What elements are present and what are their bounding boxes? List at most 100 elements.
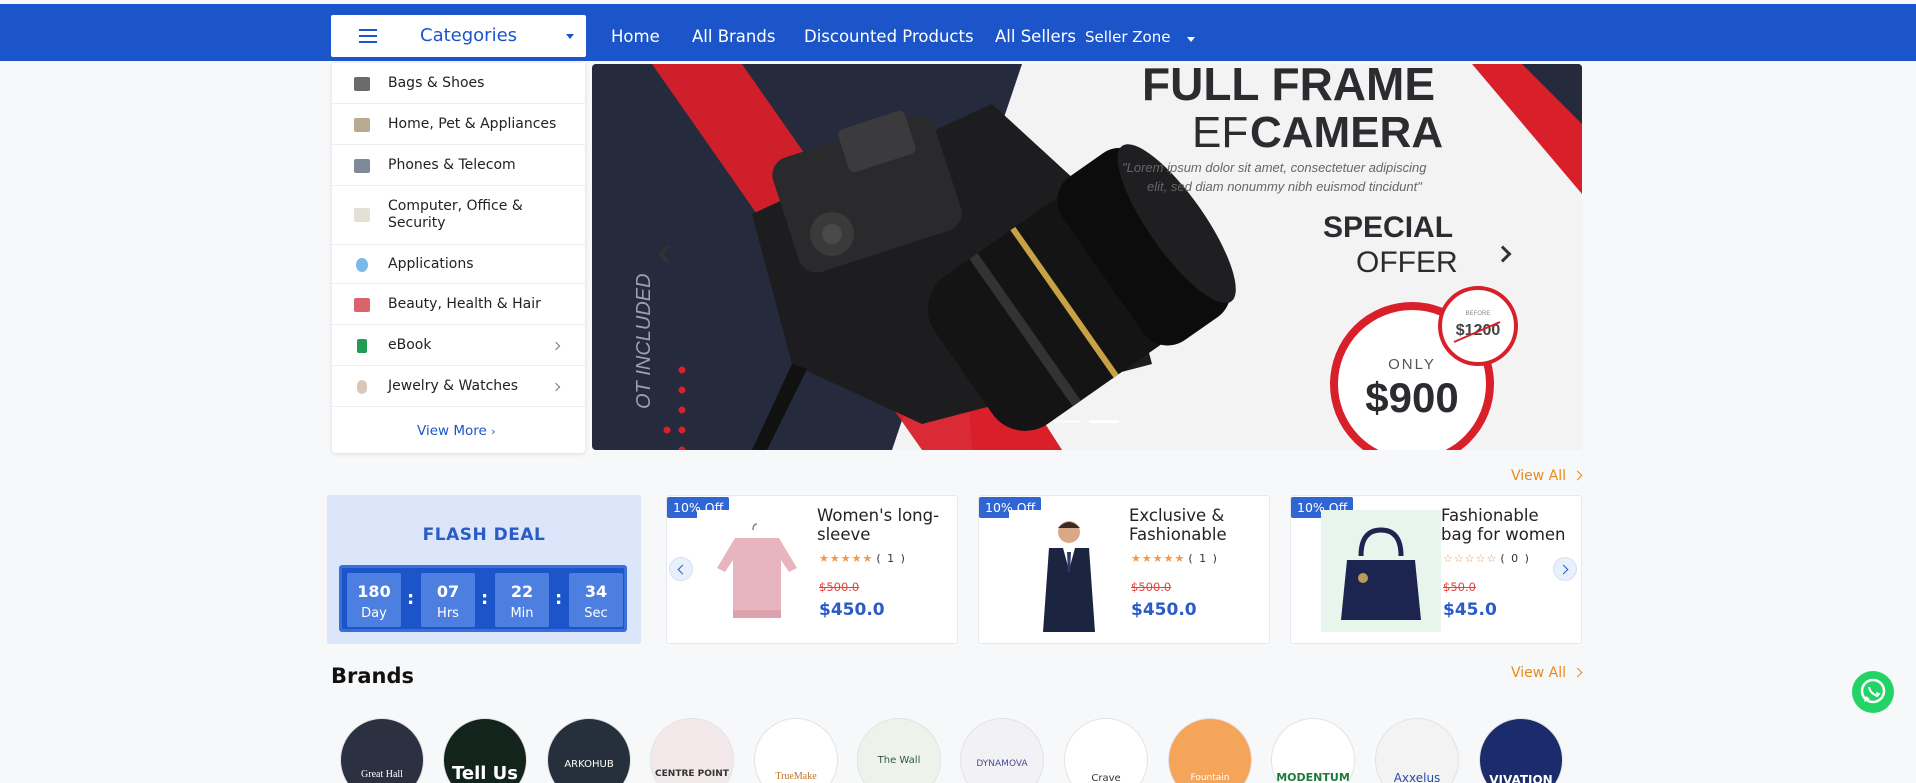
brand-logo[interactable]: Crave (1064, 718, 1148, 783)
timer-separator: : (407, 588, 415, 609)
rating-stars: ☆☆☆☆☆( 0 ) (1443, 552, 1531, 565)
category-item-beauty[interactable]: Beauty, Health & Hair (332, 284, 585, 325)
category-item-applications[interactable]: Applications (332, 245, 585, 284)
top-navbar: Categories Home All Brands Discounted Pr… (0, 0, 1916, 61)
category-item-phones[interactable]: Phones & Telecom (332, 145, 585, 186)
rating-stars: ★★★★★( 1 ) (819, 552, 907, 565)
brand-logo[interactable]: VIVATION (1479, 718, 1563, 783)
flash-deal-product-card[interactable]: 10% Off Exclusive & Fashionable ★★★★★( 1… (978, 495, 1270, 644)
category-item-ebook[interactable]: eBook (332, 325, 585, 366)
svg-text:OFFER: OFFER (1356, 246, 1458, 279)
phone-icon (354, 159, 370, 173)
flash-deal-product-card[interactable]: 10% Off Fashionable bag for women ☆☆☆☆☆(… (1290, 495, 1582, 644)
nav-link-all-brands[interactable]: All Brands (692, 27, 775, 46)
category-item-jewelry[interactable]: Jewelry & Watches (332, 366, 585, 407)
category-item-home-pet[interactable]: Home, Pet & Appliances (332, 104, 585, 145)
brand-logo[interactable]: DYNAMOVA (960, 718, 1044, 783)
brand-logo[interactable]: Tell Us (443, 718, 527, 783)
product-image (1009, 510, 1129, 632)
chevron-down-icon (566, 34, 574, 39)
svg-text:CAMERA: CAMERA (1250, 108, 1443, 157)
hero-banner[interactable]: OT INCLUDED FULL FRAME EF CAMERA "Lorem … (592, 64, 1582, 450)
svg-text:elit, sed diam nonummy nibh eu: elit, sed diam nonummy nibh euismod tinc… (1147, 179, 1423, 194)
view-more-link[interactable]: View More › (417, 423, 496, 439)
brand-logo[interactable]: The Wall (857, 718, 941, 783)
category-label: Phones & Telecom (388, 157, 516, 173)
flash-deal-panel[interactable]: FLASH DEAL 180 Day : 07 Hrs : 22 Min : 34 Se… (327, 495, 641, 644)
brand-logo[interactable]: Great Hall (340, 718, 424, 783)
product-name[interactable]: Fashionable bag for women (1441, 506, 1571, 544)
beauty-icon (354, 298, 370, 312)
timer-separator: : (555, 588, 563, 609)
carousel-dot[interactable] (1054, 420, 1080, 423)
watch-icon (357, 380, 367, 394)
svg-text:$900: $900 (1365, 374, 1458, 421)
sale-price: $450.0 (819, 600, 885, 620)
flash-deal-prev-button[interactable] (669, 557, 693, 581)
timer-hours: 07 Hrs (421, 573, 475, 627)
product-name[interactable]: Women's long-sleeve (817, 506, 947, 544)
svg-text:FULL FRAME: FULL FRAME (1142, 64, 1435, 110)
nav-link-all-sellers[interactable]: All Sellers (995, 27, 1076, 46)
nav-link-discounted-products[interactable]: Discounted Products (804, 27, 974, 46)
svg-text:"Lorem ipsum dolor sit amet, c: "Lorem ipsum dolor sit amet, consectetue… (1122, 160, 1427, 175)
product-image (697, 510, 817, 632)
chevron-right-icon (1572, 470, 1583, 481)
timer-days: 180 Day (347, 573, 401, 627)
category-label: Applications (388, 256, 474, 272)
nav-link-home[interactable]: Home (611, 27, 660, 46)
appliances-icon (354, 118, 370, 132)
svg-text:ONLY: ONLY (1388, 356, 1436, 373)
svg-text:OT INCLUDED: OT INCLUDED (633, 273, 655, 409)
category-label: eBook (388, 337, 432, 353)
svg-text:BEFORE: BEFORE (1466, 311, 1491, 317)
countdown-timer: 180 Day : 07 Hrs : 22 Min : 34 Sec (339, 565, 627, 632)
whatsapp-icon (1860, 678, 1886, 704)
category-label: Computer, Office & Security (388, 198, 523, 231)
brands-view-all-link[interactable]: View All (1511, 665, 1583, 681)
original-price: $50.0 (1443, 580, 1476, 594)
original-price: $500.0 (1131, 580, 1172, 594)
chevron-right-icon (1572, 667, 1583, 678)
original-price: $500.0 (819, 580, 860, 594)
brand-logo[interactable]: Fountain (1168, 718, 1252, 783)
bags-shoes-icon (354, 77, 370, 91)
brand-logo[interactable]: Axxelus (1375, 718, 1459, 783)
whatsapp-chat-button[interactable] (1852, 671, 1894, 713)
brand-logo[interactable]: MODENTUM (1271, 718, 1355, 783)
category-item-computer[interactable]: Computer, Office & Security (332, 186, 585, 245)
ebook-icon (357, 339, 367, 353)
flash-deal-next-button[interactable] (1553, 557, 1577, 581)
category-label: Bags & Shoes (388, 75, 485, 91)
categories-label: Categories (420, 25, 518, 46)
flash-deal-title: FLASH DEAL (422, 525, 546, 545)
category-label: Home, Pet & Appliances (388, 116, 557, 132)
sale-price: $45.0 (1443, 600, 1497, 620)
brand-logo[interactable]: ARKOHUB (547, 718, 631, 783)
chevron-right-icon (551, 382, 561, 392)
category-label: Beauty, Health & Hair (388, 296, 541, 312)
sale-price: $450.0 (1131, 600, 1197, 620)
svg-text:SPECIAL: SPECIAL (1323, 211, 1453, 244)
categories-dropdown-button[interactable]: Categories (331, 15, 586, 57)
product-name[interactable]: Exclusive & Fashionable (1129, 506, 1259, 544)
product-image (1321, 510, 1441, 632)
computer-icon (354, 208, 370, 222)
rating-stars: ★★★★★( 1 ) (1131, 552, 1219, 565)
category-item-bags-shoes[interactable]: Bags & Shoes (332, 63, 585, 104)
brands-section-title: Brands (331, 664, 415, 688)
flash-deal-product-card[interactable]: 10% Off Women's long-sleeve ★★★★★( 1 ) $… (666, 495, 958, 644)
svg-text:EF: EF (1192, 108, 1248, 157)
brand-logo[interactable]: CENTRE POINT (650, 718, 734, 783)
timer-minutes: 22 Min (495, 573, 549, 627)
menu-icon (359, 29, 377, 43)
nav-link-seller-zone[interactable]: Seller Zone (1085, 28, 1170, 46)
carousel-dot-active[interactable] (1089, 420, 1119, 423)
category-label: Jewelry & Watches (388, 378, 519, 394)
seller-zone-caret-icon[interactable] (1187, 37, 1195, 42)
chevron-right-icon (551, 341, 561, 351)
timer-seconds: 34 Sec (569, 573, 623, 627)
hero-banner-artwork: OT INCLUDED FULL FRAME EF CAMERA "Lorem … (592, 64, 1582, 450)
flash-deal-view-all-link[interactable]: View All (1511, 468, 1583, 484)
brand-logo[interactable]: TrueMake (754, 718, 838, 783)
